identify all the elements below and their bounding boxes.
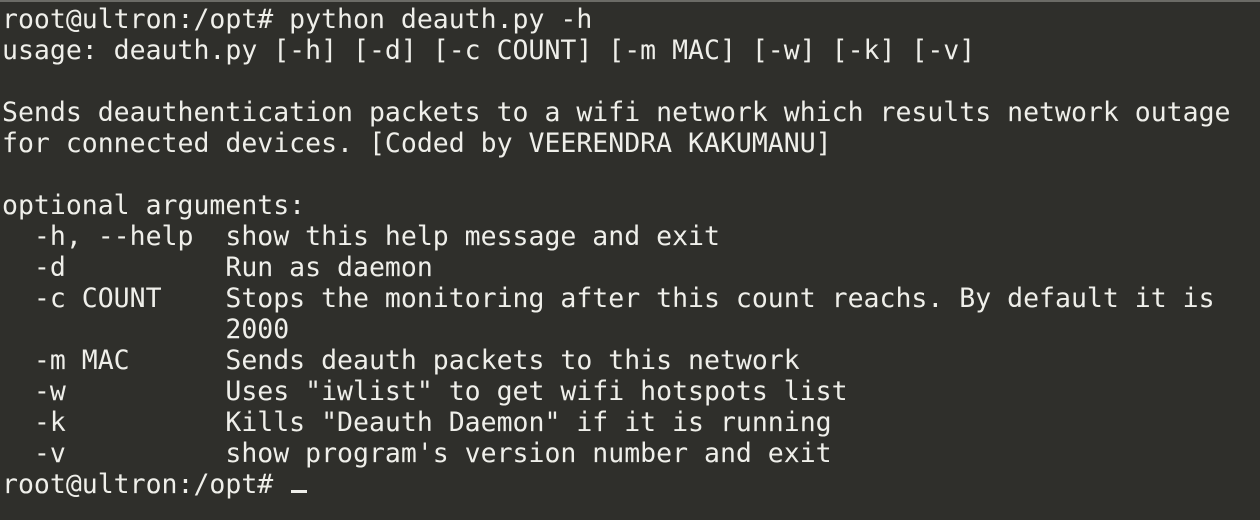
option-mac: -m MAC Sends deauth packets to this netw… xyxy=(2,345,800,376)
usage-line: usage: deauth.py [-h] [-d] [-c COUNT] [-… xyxy=(2,35,976,66)
cursor-icon xyxy=(291,490,308,493)
option-daemon: -d Run as daemon xyxy=(2,252,433,283)
shell-prompt: root@ultron:/opt# xyxy=(2,469,290,500)
option-iwlist: -w Uses "iwlist" to get wifi hotspots li… xyxy=(2,376,848,407)
window-top-edge xyxy=(0,0,1260,2)
section-heading: optional arguments: xyxy=(2,190,306,221)
terminal-output: root@ultron:/opt# python deauth.py -h us… xyxy=(2,4,1260,469)
option-count-continued: 2000 xyxy=(2,314,290,345)
option-kill: -k Kills "Deauth Daemon" if it is runnin… xyxy=(2,407,832,438)
description-line: for connected devices. [Coded by VEEREND… xyxy=(2,128,832,159)
command-line: root@ultron:/opt# python deauth.py -h xyxy=(2,4,593,35)
option-help: -h, --help show this help message and ex… xyxy=(2,221,720,252)
option-version: -v show program's version number and exi… xyxy=(2,438,832,469)
option-count: -c COUNT Stops the monitoring after this… xyxy=(2,283,1215,314)
prompt-line[interactable]: root@ultron:/opt# xyxy=(2,469,1260,500)
terminal-window[interactable]: root@ultron:/opt# python deauth.py -h us… xyxy=(0,0,1260,520)
description-line: Sends deauthentication packets to a wifi… xyxy=(2,97,1231,128)
